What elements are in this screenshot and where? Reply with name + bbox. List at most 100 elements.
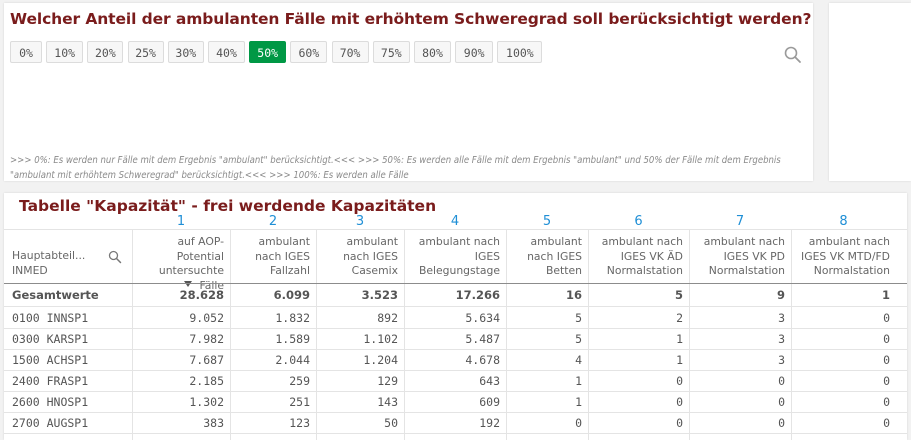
header-col-3[interactable]: ambulant nach IGES Casemix bbox=[316, 233, 404, 279]
column-search-icon[interactable] bbox=[108, 250, 122, 264]
header-line: Normalstation bbox=[708, 264, 785, 277]
table-cell: 2.044 bbox=[275, 353, 310, 367]
table-cell: 1.302 bbox=[189, 395, 224, 409]
totals-cell: 5 bbox=[674, 288, 683, 302]
header-line: nach IGES bbox=[527, 249, 582, 263]
option-100-percent[interactable]: 100% bbox=[497, 41, 543, 63]
table-cell: 4.678 bbox=[465, 353, 500, 367]
table-cell: 609 bbox=[479, 395, 500, 409]
option-50-percent[interactable]: 50% bbox=[249, 41, 287, 63]
table-cell: 643 bbox=[479, 374, 500, 388]
header-col-4[interactable]: ambulant nach IGES Belegungstage bbox=[404, 233, 506, 279]
table-cell: 383 bbox=[203, 416, 224, 430]
header-line: Potential bbox=[176, 249, 224, 263]
option-10-percent[interactable]: 10% bbox=[46, 41, 84, 63]
table-cell: 0 bbox=[676, 374, 683, 388]
totals-label: Gesamtwerte bbox=[12, 288, 99, 302]
column-number-7: 7 bbox=[735, 214, 745, 229]
table-cell: 0 bbox=[676, 416, 683, 430]
table-cell: 5.487 bbox=[465, 332, 500, 346]
row-label[interactable]: 1500 ACHSP1 bbox=[4, 350, 132, 370]
table-cell: 50 bbox=[384, 416, 398, 430]
capacity-table: 1 2 3 4 5 6 7 8 Hauptabteil... INMED auf AOP- Poten… bbox=[4, 193, 907, 440]
row-label[interactable]: 2600 HNOSP1 bbox=[4, 392, 132, 412]
header-line: ambulant bbox=[346, 235, 398, 248]
table-cell: 0 bbox=[676, 395, 683, 409]
table-cell: 1 bbox=[676, 332, 683, 346]
column-number-6: 6 bbox=[634, 214, 643, 229]
table-cell: 143 bbox=[377, 395, 398, 409]
column-number-8: 8 bbox=[839, 214, 848, 229]
header-line: ambulant bbox=[530, 235, 582, 248]
totals-cell: 6.099 bbox=[273, 288, 310, 302]
side-panel bbox=[829, 3, 911, 181]
table-cell: 0 bbox=[883, 332, 890, 346]
totals-cell: 3.523 bbox=[361, 288, 398, 302]
row-label[interactable]: 2400 FRASP1 bbox=[4, 371, 132, 391]
header-line: nach IGES bbox=[343, 249, 398, 263]
header-col-6[interactable]: ambulant nach IGES VK ÄD Normalstation bbox=[588, 233, 689, 279]
totals-cell: 17.266 bbox=[455, 288, 500, 302]
header-col-8[interactable]: ambulant nach IGES VK MTD/FD Normalstation bbox=[791, 233, 896, 279]
header-col-7[interactable]: ambulant nach IGES VK PD Normalstation bbox=[689, 233, 791, 279]
header-col-2[interactable]: ambulant nach IGES Fallzahl bbox=[230, 233, 316, 279]
table-cell: 7.982 bbox=[189, 332, 224, 346]
table-cell: 5 bbox=[575, 311, 582, 325]
option-20-percent[interactable]: 20% bbox=[87, 41, 124, 63]
header-line: nach IGES bbox=[255, 249, 310, 263]
totals-cell: 28.628 bbox=[179, 288, 224, 302]
table-cell: 3 bbox=[778, 332, 785, 346]
row-divider bbox=[4, 433, 907, 434]
header-line: Normalstation bbox=[813, 264, 890, 277]
table-cell: 1 bbox=[575, 374, 582, 388]
option-90-percent[interactable]: 90% bbox=[455, 41, 494, 63]
header-line: IGES VK PD bbox=[723, 249, 785, 263]
table-cell: 4 bbox=[575, 353, 582, 367]
column-number-5: 5 bbox=[542, 214, 552, 229]
table-cell: 129 bbox=[377, 374, 398, 388]
row-divider bbox=[4, 283, 907, 284]
table-cell: 0 bbox=[778, 374, 785, 388]
row-label[interactable]: 0300 KARSP1 bbox=[4, 329, 132, 349]
table-cell: 1.589 bbox=[275, 332, 310, 346]
table-cell: 0 bbox=[778, 395, 785, 409]
table-cell: 0 bbox=[883, 353, 890, 367]
table-cell: 0 bbox=[883, 311, 890, 325]
table-cell: 123 bbox=[289, 416, 310, 430]
table-cell: 251 bbox=[289, 395, 310, 409]
header-line: Betten bbox=[545, 264, 582, 277]
table-cell: 5 bbox=[575, 332, 582, 346]
header-line: IGES VK MTD/FD bbox=[801, 249, 890, 263]
header-line: Fallzahl bbox=[270, 264, 310, 277]
option-30-percent[interactable]: 30% bbox=[167, 41, 204, 63]
option-80-percent[interactable]: 80% bbox=[414, 41, 451, 63]
table-cell: 1 bbox=[575, 395, 582, 409]
header-line: ambulant nach bbox=[601, 235, 683, 248]
header-col-1[interactable]: auf AOP- Potential untersuchte Fälle bbox=[132, 233, 230, 292]
option-40-percent[interactable]: 40% bbox=[208, 41, 245, 63]
row-label[interactable]: 2700 AUGSP1 bbox=[4, 413, 132, 433]
filter-panel: Welcher Anteil der ambulanten Fälle mit … bbox=[4, 3, 813, 181]
table-cell: 0 bbox=[883, 416, 890, 430]
header-line: Normalstation bbox=[606, 264, 683, 277]
option-70-percent[interactable]: 70% bbox=[331, 41, 369, 63]
table-cell: 9.052 bbox=[189, 311, 224, 325]
table-cell: 192 bbox=[479, 416, 500, 430]
header-line: IGES VK ÄD bbox=[620, 249, 683, 263]
option-60-percent[interactable]: 60% bbox=[290, 41, 328, 63]
row-label[interactable]: 0100 INNSP1 bbox=[4, 308, 132, 328]
header-line: ambulant bbox=[258, 235, 310, 248]
totals-cell: 1 bbox=[881, 288, 890, 302]
header-line: auf AOP- bbox=[177, 235, 224, 248]
header-col-5[interactable]: ambulant nach IGES Betten bbox=[506, 233, 588, 279]
table-cell: 1.832 bbox=[275, 311, 310, 325]
option-0-percent[interactable]: 0% bbox=[10, 41, 42, 63]
table-cell: 1 bbox=[676, 353, 683, 367]
column-number-3: 3 bbox=[355, 214, 365, 229]
capacity-table-panel: Tabelle "Kapazität" - frei werdende Kapa… bbox=[4, 193, 907, 440]
option-25-percent[interactable]: 25% bbox=[127, 41, 164, 63]
option-75-percent[interactable]: 75% bbox=[372, 41, 410, 63]
table-cell: 0 bbox=[778, 416, 785, 430]
row-divider bbox=[4, 229, 907, 230]
search-icon[interactable] bbox=[783, 45, 803, 65]
